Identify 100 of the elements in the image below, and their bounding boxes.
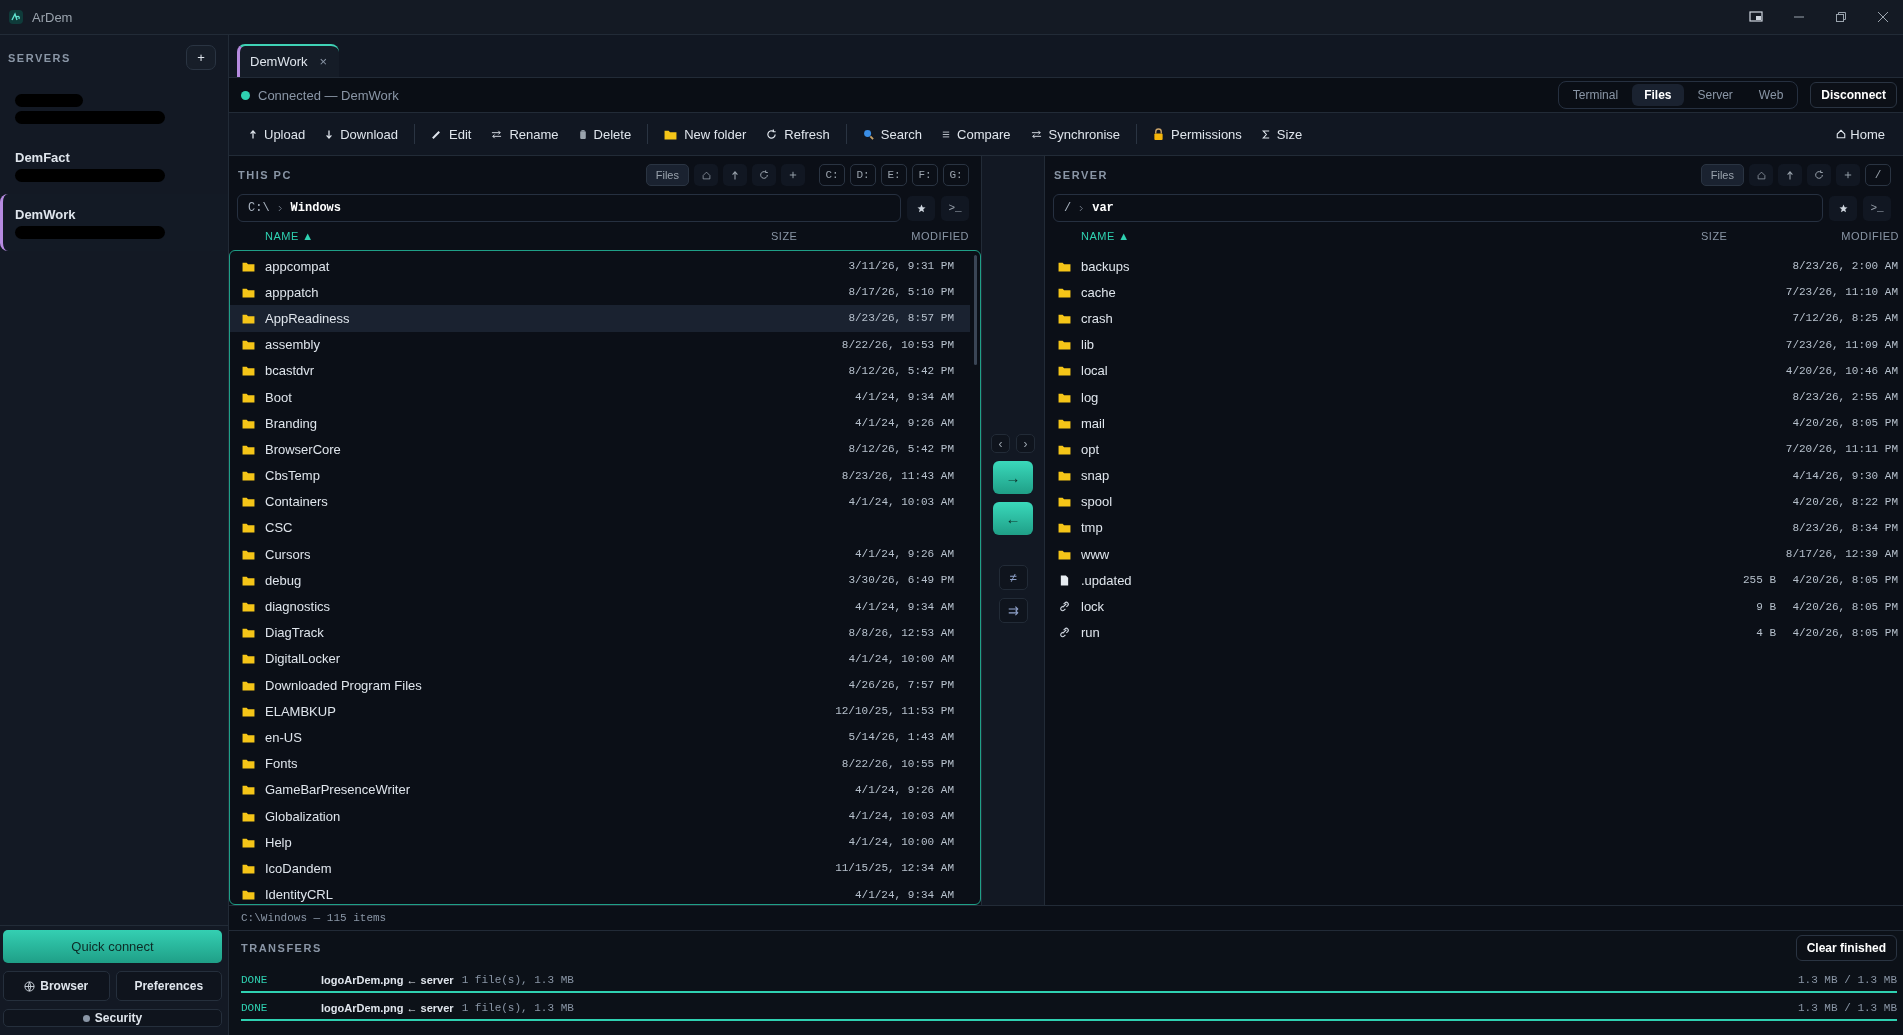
file-row[interactable]: diagnostics 4/1/24, 9:34 AM bbox=[230, 593, 970, 620]
copy-left-button[interactable]: ← bbox=[993, 502, 1033, 535]
toolbar-button[interactable]: Synchronise bbox=[1020, 119, 1131, 149]
drive-button[interactable]: D: bbox=[850, 164, 876, 186]
file-row[interactable]: Branding 4/1/24, 9:26 AM bbox=[230, 410, 970, 437]
bookmark-button[interactable] bbox=[907, 195, 935, 221]
toolbar-button[interactable]: Refresh bbox=[756, 119, 840, 149]
modified-column-header[interactable]: MODIFIED bbox=[1821, 230, 1899, 242]
toolbar-button[interactable]: Edit bbox=[421, 119, 482, 149]
file-row[interactable]: appcompat 3/11/26, 9:31 PM bbox=[230, 253, 970, 280]
toolbar-button[interactable]: Compare bbox=[932, 119, 1021, 149]
file-row[interactable]: Help 4/1/24, 10:00 AM bbox=[230, 829, 970, 856]
file-row[interactable]: CbsTemp 8/23/26, 11:43 AM bbox=[230, 462, 970, 489]
file-row[interactable]: GameBarPresenceWriter 4/1/24, 9:26 AM bbox=[230, 776, 970, 803]
file-row[interactable]: DiagTrack 8/8/26, 12:53 AM bbox=[230, 619, 970, 646]
disconnect-button[interactable]: Disconnect bbox=[1810, 82, 1897, 108]
path-field[interactable]: C:\ Windows bbox=[237, 194, 901, 222]
home-button[interactable] bbox=[694, 164, 718, 186]
file-row[interactable]: lock 9 B 4/20/26, 8:05 PM bbox=[1046, 593, 1902, 620]
file-row[interactable]: Downloaded Program Files 4/26/26, 7:57 PM bbox=[230, 672, 970, 699]
toolbar-button[interactable]: Upload bbox=[239, 119, 316, 149]
file-row[interactable]: crash 7/12/26, 8:25 AM bbox=[1046, 305, 1902, 332]
file-row[interactable]: Boot 4/1/24, 9:34 AM bbox=[230, 383, 970, 411]
path-field[interactable]: / var bbox=[1053, 194, 1823, 222]
server-item[interactable]: DemFact bbox=[0, 137, 228, 194]
scrollbar-thumb[interactable] bbox=[974, 255, 977, 365]
file-row[interactable]: mail 4/20/26, 8:05 PM bbox=[1046, 410, 1902, 437]
file-row[interactable]: spool 4/20/26, 8:22 PM bbox=[1046, 488, 1902, 515]
browser-button[interactable]: Browser bbox=[3, 971, 110, 1001]
file-row[interactable]: IcoDandem 11/15/25, 12:34 AM bbox=[230, 855, 970, 882]
toolbar-button[interactable]: Size bbox=[1251, 119, 1313, 149]
preferences-button[interactable]: Preferences bbox=[115, 971, 222, 1001]
file-row[interactable]: debug 3/30/26, 6:49 PM bbox=[230, 567, 970, 594]
window-icon[interactable] bbox=[1749, 11, 1763, 23]
new-folder-button[interactable] bbox=[781, 164, 805, 186]
file-row[interactable]: log 8/23/26, 2:55 AM bbox=[1046, 383, 1902, 411]
file-row[interactable]: BrowserCore 8/12/26, 5:42 PM bbox=[230, 436, 970, 463]
terminal-button[interactable]: >_ bbox=[1863, 195, 1891, 221]
file-row[interactable]: ELAMBKUP 12/10/25, 11:53 PM bbox=[230, 698, 970, 725]
toolbar-button[interactable]: Download bbox=[315, 119, 409, 149]
security-button[interactable]: Security bbox=[3, 1009, 222, 1027]
toolbar-button[interactable]: Rename bbox=[481, 119, 569, 149]
name-column-header[interactable]: NAME ▲ bbox=[1081, 230, 1701, 242]
refresh-button[interactable] bbox=[1807, 164, 1831, 186]
sync-button[interactable]: ⇉ bbox=[998, 598, 1028, 623]
bookmark-button[interactable] bbox=[1829, 195, 1857, 221]
file-row[interactable]: opt 7/20/26, 11:11 PM bbox=[1046, 436, 1902, 463]
drive-button[interactable]: F: bbox=[912, 164, 938, 186]
file-row[interactable]: AppReadiness 8/23/26, 8:57 PM bbox=[230, 305, 970, 332]
size-column-header[interactable]: SIZE bbox=[1701, 230, 1821, 242]
file-row[interactable]: bcastdvr 8/12/26, 5:42 PM bbox=[230, 357, 970, 384]
restore-icon[interactable] bbox=[1835, 11, 1847, 23]
view-tab[interactable]: Files bbox=[1632, 84, 1684, 106]
copy-right-button[interactable]: → bbox=[993, 461, 1033, 494]
file-row[interactable]: DigitalLocker 4/1/24, 10:00 AM bbox=[230, 645, 970, 672]
previous-button[interactable]: ‹ bbox=[991, 434, 1010, 453]
session-tab[interactable]: DemWork × bbox=[237, 44, 340, 77]
home-button[interactable] bbox=[1749, 164, 1773, 186]
modified-column-header[interactable]: MODIFIED bbox=[891, 230, 969, 242]
file-row[interactable]: lib 7/23/26, 11:09 AM bbox=[1046, 331, 1902, 358]
parent-folder-button[interactable] bbox=[723, 164, 747, 186]
file-row[interactable]: local 4/20/26, 10:46 AM bbox=[1046, 357, 1902, 384]
toolbar-button[interactable]: Search bbox=[852, 119, 933, 149]
view-tab[interactable]: Server bbox=[1685, 84, 1745, 106]
new-folder-button[interactable] bbox=[1836, 164, 1860, 186]
toolbar-button[interactable]: Delete bbox=[568, 119, 642, 149]
file-row[interactable]: en-US 5/14/26, 1:43 AM bbox=[230, 724, 970, 751]
file-row[interactable]: Containers 4/1/24, 10:03 AM bbox=[230, 488, 970, 515]
file-row[interactable]: run 4 B 4/20/26, 8:05 PM bbox=[1046, 619, 1902, 646]
file-row[interactable]: CSC bbox=[230, 514, 970, 542]
file-row[interactable]: Globalization 4/1/24, 10:03 AM bbox=[230, 802, 970, 830]
view-tab[interactable]: Terminal bbox=[1560, 84, 1631, 106]
close-icon[interactable] bbox=[1877, 11, 1889, 23]
toolbar-button[interactable]: Permissions bbox=[1143, 119, 1252, 149]
home-button[interactable]: Home bbox=[1826, 119, 1895, 149]
file-row[interactable]: assembly 8/22/26, 10:53 PM bbox=[230, 331, 970, 358]
files-button[interactable]: Files bbox=[645, 164, 689, 186]
file-row[interactable]: tmp 8/23/26, 8:34 PM bbox=[1046, 514, 1902, 542]
file-row[interactable]: cache 7/23/26, 11:10 AM bbox=[1046, 279, 1902, 306]
refresh-button[interactable] bbox=[752, 164, 776, 186]
file-row[interactable]: Fonts 8/22/26, 10:55 PM bbox=[230, 750, 970, 777]
clear-finished-button[interactable]: Clear finished bbox=[1795, 935, 1897, 961]
file-row[interactable]: Cursors 4/1/24, 9:26 AM bbox=[230, 541, 970, 568]
compare-button[interactable]: ≠ bbox=[998, 565, 1028, 590]
root-button[interactable]: / bbox=[1865, 164, 1891, 186]
files-button[interactable]: Files bbox=[1700, 164, 1744, 186]
toolbar-button[interactable]: New folder bbox=[654, 119, 757, 149]
parent-folder-button[interactable] bbox=[1778, 164, 1802, 186]
drive-button[interactable]: E: bbox=[881, 164, 907, 186]
drive-button[interactable]: C: bbox=[819, 164, 845, 186]
file-row[interactable]: .updated 255 B 4/20/26, 8:05 PM bbox=[1046, 567, 1902, 594]
file-row[interactable]: www 8/17/26, 12:39 AM bbox=[1046, 541, 1902, 568]
close-tab-button[interactable]: × bbox=[319, 54, 328, 69]
quick-connect-button[interactable]: Quick connect bbox=[3, 930, 222, 963]
drive-button[interactable]: G: bbox=[943, 164, 969, 186]
add-server-button[interactable]: + bbox=[186, 45, 216, 70]
view-tab[interactable]: Web bbox=[1746, 84, 1796, 106]
file-row[interactable]: backups 8/23/26, 2:00 AM bbox=[1046, 253, 1902, 280]
file-row[interactable]: apppatch 8/17/26, 5:10 PM bbox=[230, 279, 970, 306]
file-row[interactable]: IdentityCRL 4/1/24, 9:34 AM bbox=[230, 881, 970, 904]
